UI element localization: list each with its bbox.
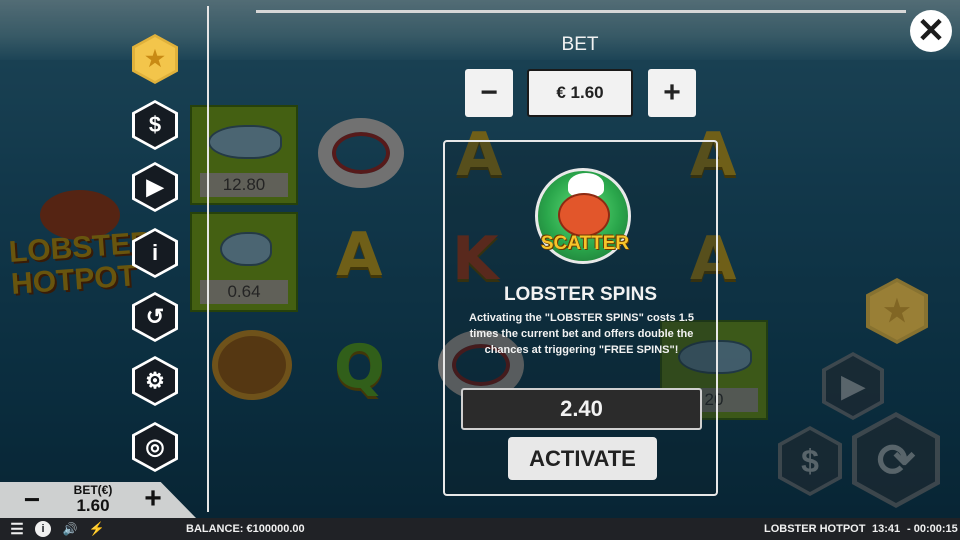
minus-icon: −: [480, 76, 498, 109]
feature-cost-display: 2.40: [461, 388, 702, 430]
info-icon[interactable]: i: [35, 521, 51, 537]
game-name: LOBSTER HOTPOT: [764, 523, 866, 535]
balance-text: BALANCE: €100000.00: [186, 523, 305, 535]
play-icon: ▶: [841, 369, 865, 403]
bet-value-display: € 1.60: [527, 69, 633, 117]
lobster-spins-panel: SCATTER LOBSTER SPINS Activating the "LO…: [443, 140, 718, 496]
info-icon: i: [151, 240, 159, 265]
scatter-symbol: SCATTER: [535, 168, 631, 264]
settings-icon: ⚙: [145, 368, 165, 393]
bet-decrease-button[interactable]: −: [20, 484, 44, 516]
turbo-icon[interactable]: ⚡: [89, 521, 105, 537]
clock-time: 13:41: [872, 523, 901, 535]
session-elapsed: - 00:00:15: [907, 523, 958, 535]
star-icon: ★: [145, 46, 165, 71]
play-icon: ▶: [146, 174, 164, 199]
plus-icon: +: [663, 76, 681, 109]
bet-title: BET: [561, 34, 599, 55]
top-divider: [256, 10, 906, 13]
dollar-icon: $: [801, 442, 819, 479]
status-bar: ☰ i 🔊 ⚡ BALANCE: €100000.00 LOBSTER HOTP…: [0, 518, 960, 540]
menu-icon[interactable]: ☰: [8, 521, 26, 538]
close-button[interactable]: ✕: [910, 10, 952, 52]
star-icon: ★: [883, 294, 911, 328]
feature-description: Activating the "LOBSTER SPINS" costs 1.5…: [469, 312, 694, 356]
feature-title: LOBSTER SPINS: [503, 284, 658, 305]
increase-bet-button[interactable]: +: [648, 69, 696, 117]
bet-widget-label: BET(€): [73, 483, 113, 497]
bet-increase-button[interactable]: +: [140, 482, 166, 516]
decrease-bet-button[interactable]: −: [465, 69, 513, 117]
close-icon: ✕: [916, 12, 946, 50]
sound-icon[interactable]: 🔊: [61, 521, 79, 537]
dollar-icon: $: [148, 112, 162, 137]
lobster-icon: [558, 193, 610, 237]
menu-divider: [207, 6, 209, 512]
speed-icon: ◎: [145, 434, 165, 459]
activate-button[interactable]: ACTIVATE: [508, 437, 657, 480]
bet-widget-value: 1.60: [76, 496, 110, 515]
spin-icon: ⟳: [876, 434, 916, 486]
history-icon: ↺: [145, 304, 165, 329]
scatter-label: SCATTER: [540, 233, 630, 254]
